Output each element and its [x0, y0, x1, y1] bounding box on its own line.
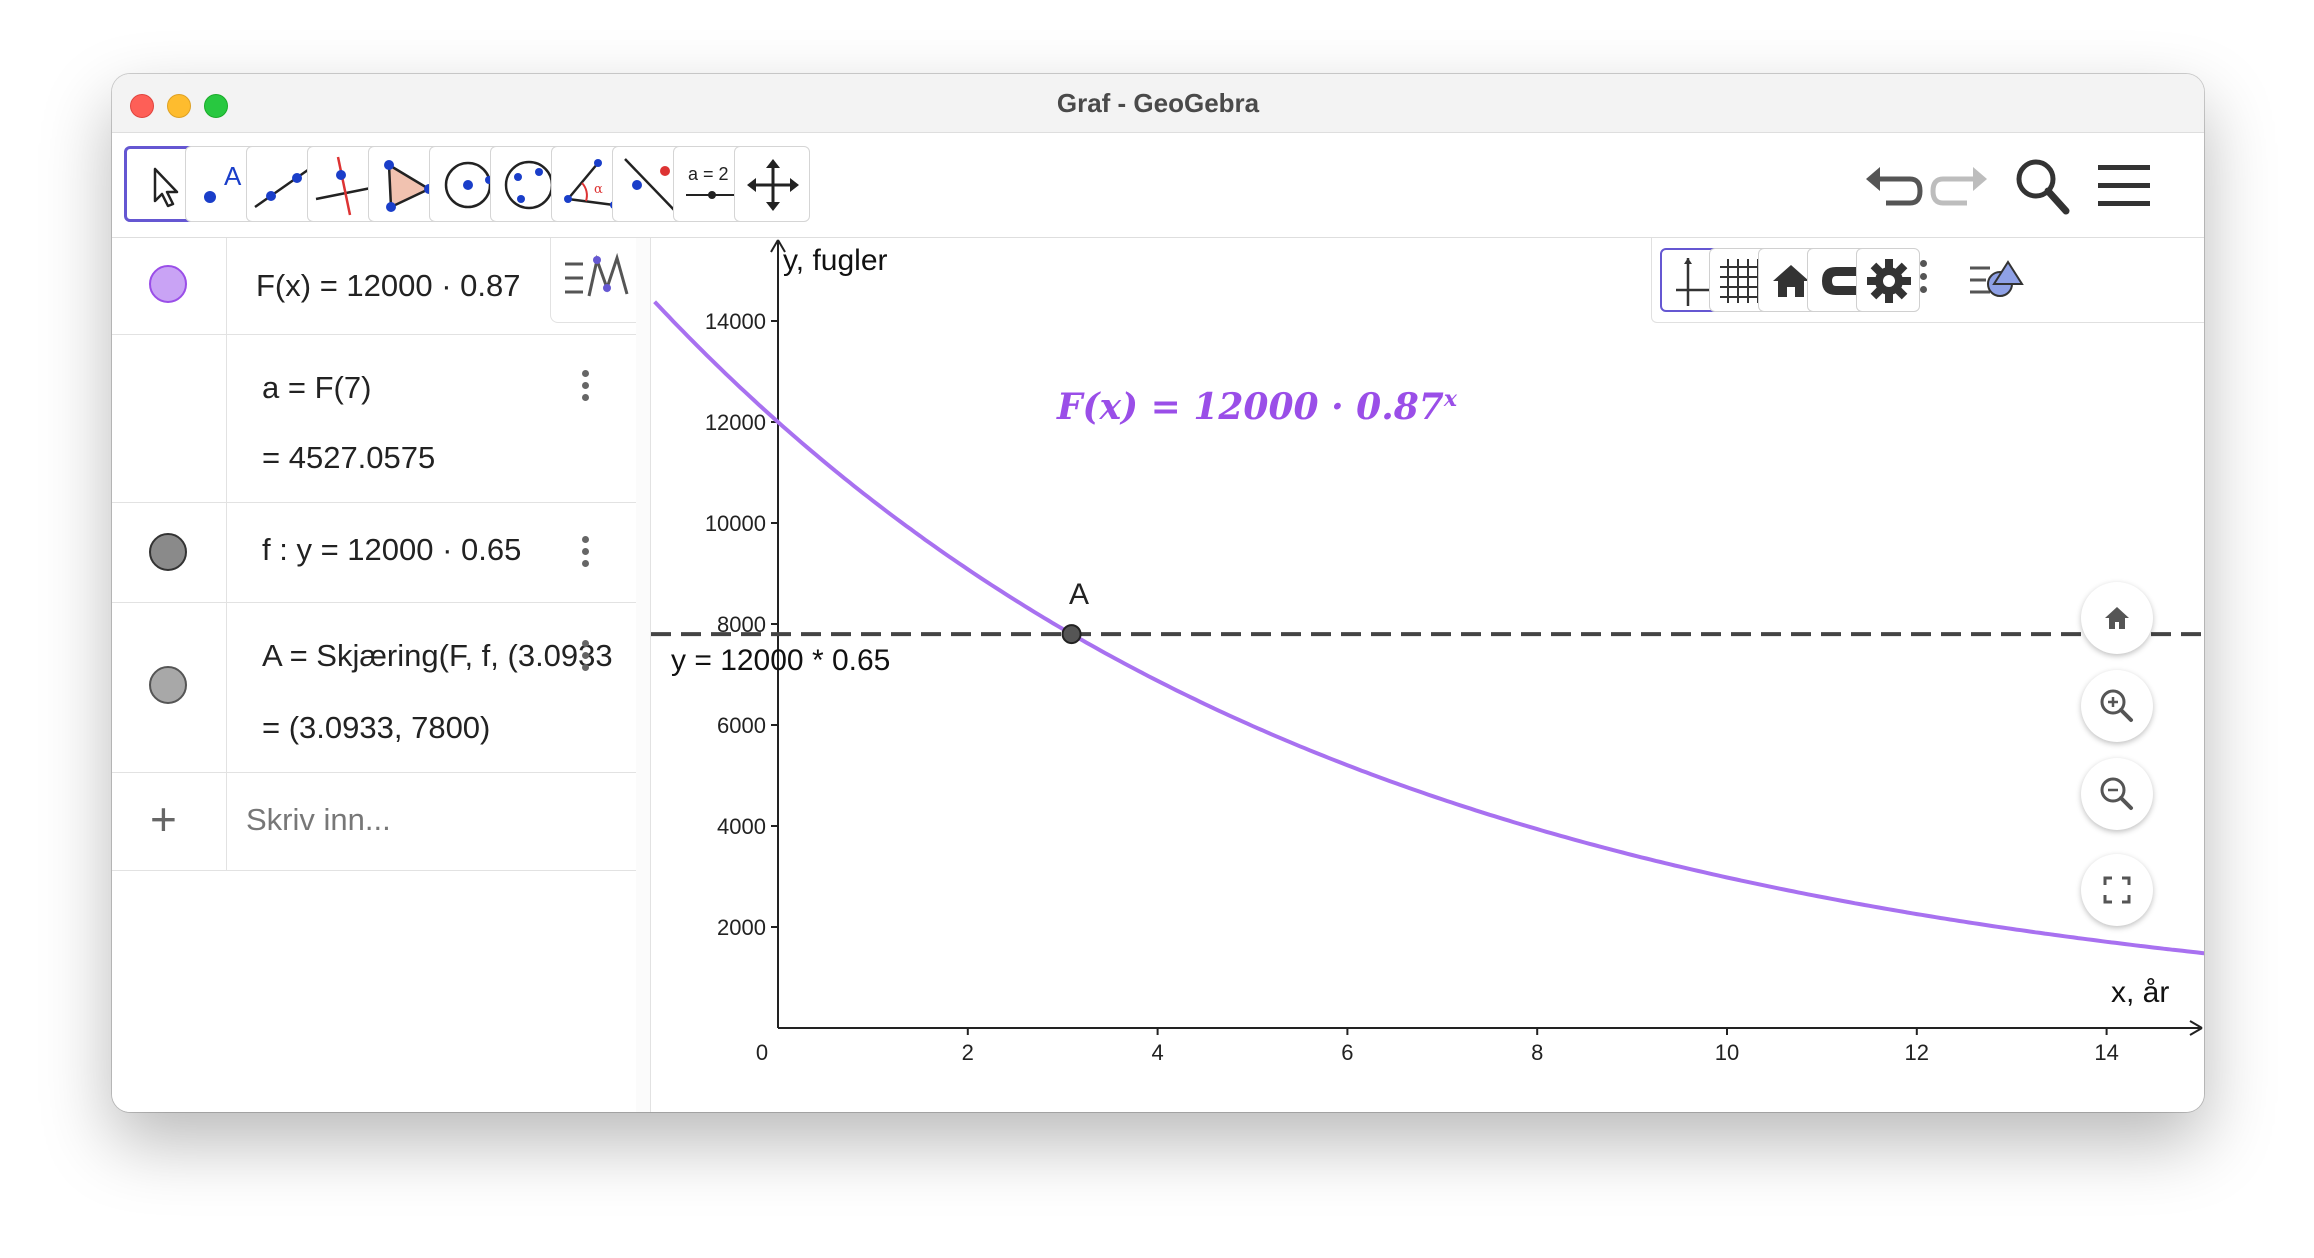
- search-button[interactable]: [2010, 153, 2076, 219]
- visibility-toggle-f[interactable]: [149, 533, 187, 571]
- y-tick-label: 14000: [705, 309, 766, 334]
- search-icon: [2016, 159, 2070, 215]
- algebra-marker-column: [112, 502, 227, 602]
- slider-tool-label: a = 2: [688, 164, 729, 184]
- window-title: Graf - GeoGebra: [1056, 88, 1260, 118]
- algebra-definition-a[interactable]: a = F(7): [262, 370, 371, 406]
- x-tick-label: 14: [2094, 1040, 2118, 1065]
- more-options-f[interactable]: [582, 536, 590, 572]
- algebra-marker-column: [112, 238, 227, 334]
- redo-icon: [1930, 167, 1987, 206]
- x-tick-label: 12: [1905, 1040, 1929, 1065]
- algebra-definition-F[interactable]: F(x) = 12000 · 0.87: [256, 268, 521, 304]
- main-menu-button[interactable]: [2090, 153, 2156, 219]
- title-bar: Graf - GeoGebra: [112, 74, 2204, 133]
- main-toolbar: A α a = 2: [112, 133, 2204, 238]
- graphics-style-bar: [1651, 238, 2204, 323]
- function-label[interactable]: F(x) = 12000 · 0.87x: [1057, 386, 1457, 428]
- origin-label: 0: [756, 1040, 768, 1065]
- fullscreen-button[interactable]: [2081, 854, 2153, 926]
- visibility-toggle-F[interactable]: [149, 265, 187, 303]
- x-tick-label: 8: [1531, 1040, 1543, 1065]
- y-tick-label: 10000: [705, 511, 766, 536]
- y-tick-label: 4000: [717, 814, 766, 839]
- y-tick-label: 12000: [705, 410, 766, 435]
- point-A: [1061, 624, 1082, 645]
- algebra-view: F(x) = 12000 · 0.87 a = F(7) = 4527.0575: [112, 238, 637, 1112]
- algebra-row-f[interactable]: f : y = 12000 · 0.65: [112, 502, 636, 603]
- redo-button[interactable]: [1927, 153, 1993, 219]
- geogebra-window: Graf - GeoGebra A α a = 2 F(x) = 12000 ·…: [112, 74, 2204, 1112]
- view-splitter[interactable]: [636, 238, 651, 1112]
- gear-icon: [1867, 259, 1911, 303]
- algebra-input-field[interactable]: Skriv inn...: [246, 802, 391, 838]
- algebra-marker-column: [112, 602, 227, 772]
- zoom-in-icon: [2100, 689, 2133, 722]
- function-label-text: F(x) = 12000 · 0.87: [1057, 386, 1444, 428]
- zoom-out-button[interactable]: [2081, 758, 2153, 830]
- algebra-value-A: = (3.0933, 7800): [262, 710, 491, 745]
- zoom-out-icon: [2100, 777, 2133, 810]
- y-tick-label: 6000: [717, 713, 766, 738]
- algebra-input-row[interactable]: + Skriv inn...: [112, 772, 636, 871]
- visibility-toggle-A[interactable]: [149, 666, 187, 704]
- algebra-definition-f[interactable]: f : y = 12000 · 0.65: [262, 532, 521, 568]
- point-A-label[interactable]: A: [1069, 578, 1089, 612]
- more-options-a[interactable]: [582, 370, 590, 406]
- more-options-A[interactable]: [582, 640, 590, 676]
- y-tick-label: 2000: [717, 915, 766, 940]
- algebra-marker-column: +: [112, 772, 227, 870]
- fullscreen-icon: [2103, 876, 2131, 904]
- x-axis-title: x, år: [2111, 976, 2170, 1009]
- style-bar-more-button[interactable]: [1920, 260, 1930, 293]
- move-arrows-icon: [747, 159, 799, 211]
- algebra-value-a: = 4527.0575: [262, 440, 436, 475]
- algebra-marker-column: [112, 334, 227, 502]
- algebra-description-icon: [565, 252, 629, 297]
- graphics-settings-button[interactable]: [1856, 248, 1920, 312]
- menu-icon: [2098, 165, 2150, 206]
- algebra-definition-A[interactable]: A = Skjæring(F, f, (3.0933: [262, 638, 632, 674]
- standard-view-zoom-button[interactable]: [2081, 582, 2153, 654]
- angle-tool-label: α: [594, 182, 603, 197]
- point-tool-label: A: [224, 161, 242, 191]
- undo-button[interactable]: [1860, 153, 1926, 219]
- toggle-style-bar-button[interactable]: [1964, 248, 2028, 312]
- graphics-view[interactable]: 2 4 6 8 10 12 14 2000 4000 6000 8000 10000 12000 1400…: [651, 238, 2204, 1112]
- y-axis-title: y, fugler: [783, 244, 888, 277]
- plus-icon[interactable]: +: [150, 792, 177, 846]
- undo-icon: [1866, 167, 1923, 206]
- algebra-row-a[interactable]: a = F(7) = 4527.0575: [112, 334, 636, 503]
- shapes-menu-icon: [1970, 260, 2024, 297]
- algebra-row-A[interactable]: A = Skjæring(F, f, (3.0933 = (3.0933, 78…: [112, 602, 636, 773]
- algebra-row-F[interactable]: F(x) = 12000 · 0.87: [112, 238, 637, 335]
- x-tick-label: 2: [962, 1040, 974, 1065]
- x-tick-label: 10: [1715, 1040, 1739, 1065]
- algebra-style-toggle-button[interactable]: [550, 238, 637, 323]
- x-tick-label: 6: [1341, 1040, 1353, 1065]
- zoom-in-button[interactable]: [2081, 670, 2153, 742]
- function-label-exponent: x: [1443, 386, 1457, 412]
- move-graphics-tool-button[interactable]: [734, 146, 810, 222]
- x-tick-label: 4: [1151, 1040, 1163, 1065]
- line-label[interactable]: y = 12000 * 0.65: [671, 644, 890, 678]
- home-icon: [2105, 607, 2129, 629]
